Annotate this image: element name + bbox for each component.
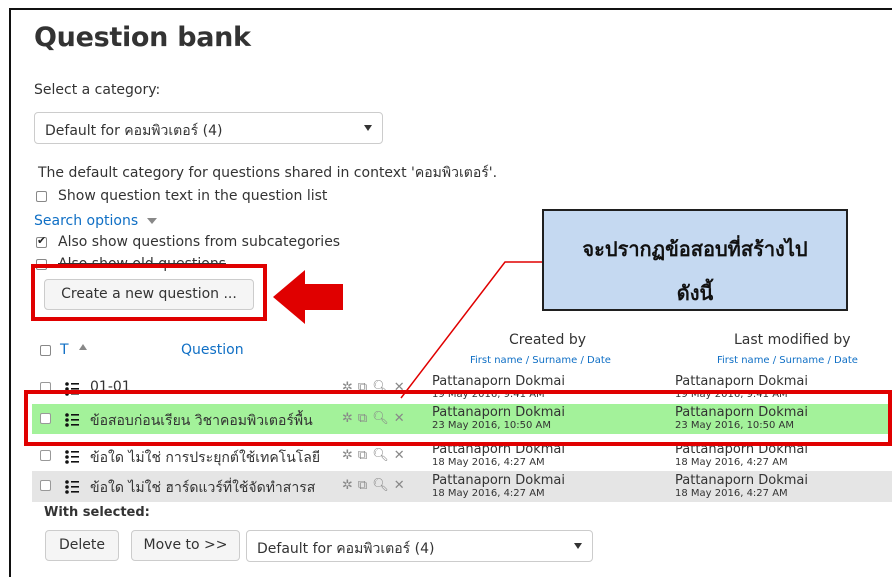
highlight-new-question: [24, 390, 892, 446]
arrow-left-icon: [273, 270, 343, 324]
highlight-create-button: [31, 264, 267, 321]
callout-line-2: ดังนี้: [676, 281, 714, 305]
annotation-callout: จะปรากฏข้อสอบที่สร้างไป ดังนี้: [542, 209, 848, 311]
callout-line-1: จะปรากฏข้อสอบที่สร้างไป: [582, 237, 808, 261]
